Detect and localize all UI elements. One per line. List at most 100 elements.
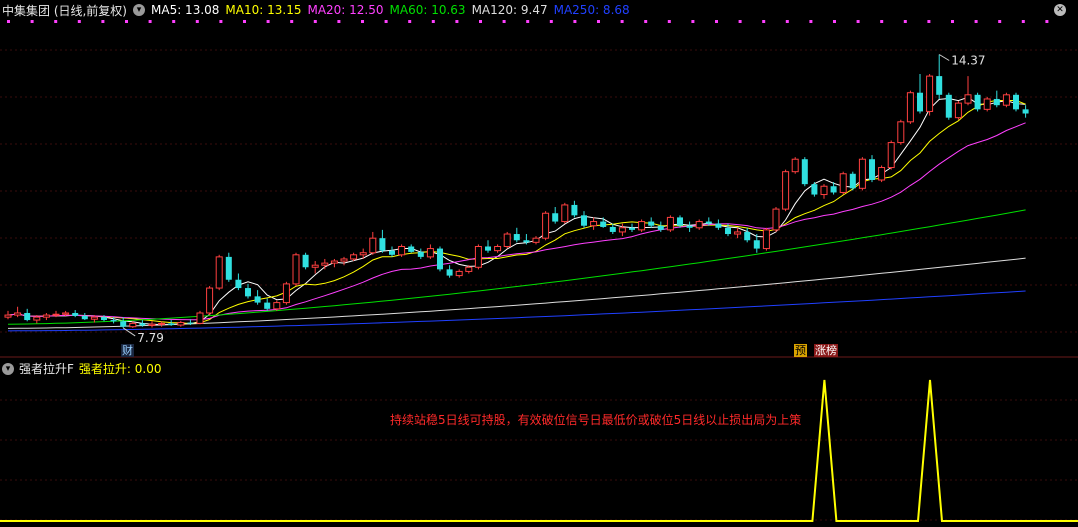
candle-body bbox=[465, 266, 473, 272]
candle-body bbox=[830, 186, 837, 193]
sub-settings-dot-icon[interactable]: ▾ bbox=[2, 362, 14, 375]
candle-body bbox=[359, 252, 367, 256]
zhangbang-tag[interactable]: 涨榜 bbox=[814, 344, 838, 357]
candle-body bbox=[744, 231, 751, 241]
ma20-line bbox=[7, 122, 1026, 321]
marker-dot bbox=[101, 20, 105, 23]
candle-body bbox=[629, 227, 635, 230]
candle-body bbox=[177, 322, 185, 326]
candle-body bbox=[302, 254, 309, 268]
indicator-title: 强者拉升F bbox=[19, 362, 74, 376]
candle-body bbox=[811, 184, 818, 195]
marker-dot bbox=[738, 20, 742, 23]
candle-body bbox=[33, 316, 41, 321]
marker-dot bbox=[597, 20, 600, 23]
candle-body bbox=[954, 102, 962, 119]
high-pointer bbox=[938, 54, 950, 61]
yu-tag[interactable]: 预 bbox=[794, 344, 807, 357]
candle-body bbox=[753, 240, 760, 249]
candle-body bbox=[148, 323, 156, 326]
candle-body bbox=[455, 270, 463, 277]
candle-body bbox=[581, 215, 587, 226]
candle-body bbox=[609, 226, 616, 232]
marker-dot bbox=[266, 20, 270, 23]
marker-dot bbox=[526, 20, 530, 23]
marker-dot bbox=[219, 20, 223, 23]
marker-dot bbox=[408, 20, 412, 23]
candle-body bbox=[282, 283, 290, 304]
marker-dot bbox=[715, 20, 718, 23]
marker-dot bbox=[903, 20, 907, 23]
strategy-note: 持续站稳5日线可持股，有效破位信号日最低价或破位5日线以止损出局为上策 bbox=[390, 413, 802, 427]
candle-body bbox=[686, 225, 693, 228]
candle-body bbox=[24, 312, 31, 321]
candle-body bbox=[820, 185, 828, 196]
marker-dot bbox=[974, 20, 978, 23]
candle-body bbox=[897, 121, 905, 144]
indicator-value: 强者拉升: 0.00 bbox=[78, 362, 162, 376]
candle-body bbox=[600, 221, 607, 227]
marker-dot bbox=[809, 20, 813, 23]
candle-body bbox=[926, 75, 934, 112]
candle-body bbox=[474, 245, 482, 268]
candle-body bbox=[120, 321, 127, 327]
ma10-line bbox=[7, 99, 1026, 325]
marker-dot bbox=[54, 20, 58, 23]
candle-body bbox=[311, 264, 319, 268]
candle-body bbox=[340, 258, 348, 262]
marker-dot bbox=[431, 20, 435, 23]
candle-body bbox=[782, 171, 790, 210]
marker-dot bbox=[691, 20, 695, 23]
candle-body bbox=[101, 317, 107, 321]
marker-dot bbox=[361, 20, 364, 23]
candle-body bbox=[129, 322, 137, 328]
marker-dot bbox=[856, 20, 860, 23]
candle-body bbox=[398, 245, 406, 256]
candle-body bbox=[695, 221, 703, 229]
candle-body bbox=[168, 323, 175, 326]
marker-dot bbox=[1021, 20, 1025, 23]
candle-body bbox=[993, 98, 1000, 106]
candle-body bbox=[379, 238, 386, 251]
candle-body bbox=[772, 208, 780, 231]
ma5-line bbox=[7, 96, 1026, 326]
candle-body bbox=[542, 212, 550, 239]
candle-body bbox=[42, 314, 50, 318]
candle-body bbox=[4, 314, 12, 318]
candle-body bbox=[801, 159, 808, 185]
candle-body bbox=[917, 92, 923, 112]
candle-body bbox=[206, 287, 214, 314]
candle-body bbox=[417, 251, 424, 257]
marker-dot bbox=[313, 20, 317, 23]
candle-body bbox=[245, 288, 251, 297]
candle-body bbox=[485, 246, 491, 251]
marker-dot bbox=[455, 20, 459, 23]
candle-body bbox=[715, 223, 722, 228]
sub-legend: ▾ 强者拉升F 强者拉升: 0.00 bbox=[2, 360, 166, 377]
candle-body bbox=[52, 313, 60, 316]
candle-body bbox=[523, 240, 530, 243]
candle-body bbox=[330, 260, 338, 264]
candle-body bbox=[426, 248, 434, 258]
candle-body bbox=[705, 221, 712, 224]
candle-body bbox=[264, 302, 271, 309]
candle-body bbox=[235, 279, 242, 289]
candle-body bbox=[110, 320, 117, 322]
candle-body bbox=[62, 312, 70, 315]
marker-dot bbox=[195, 20, 199, 23]
marker-dot bbox=[998, 20, 1002, 23]
marker-dot bbox=[951, 20, 954, 23]
cai-tag[interactable]: 财 bbox=[121, 344, 134, 357]
candle-body bbox=[869, 159, 875, 180]
candle-body bbox=[1022, 109, 1029, 114]
marker-dot bbox=[77, 20, 81, 23]
candle-body bbox=[983, 98, 991, 110]
marker-dot bbox=[1045, 20, 1049, 23]
candle-body bbox=[139, 323, 146, 326]
candle-body bbox=[369, 237, 377, 254]
high-price-label: 14.37 bbox=[951, 53, 985, 67]
candle-body bbox=[321, 262, 329, 266]
candle-body bbox=[839, 173, 847, 193]
candle-body bbox=[725, 227, 731, 235]
marker-dot bbox=[125, 20, 128, 23]
